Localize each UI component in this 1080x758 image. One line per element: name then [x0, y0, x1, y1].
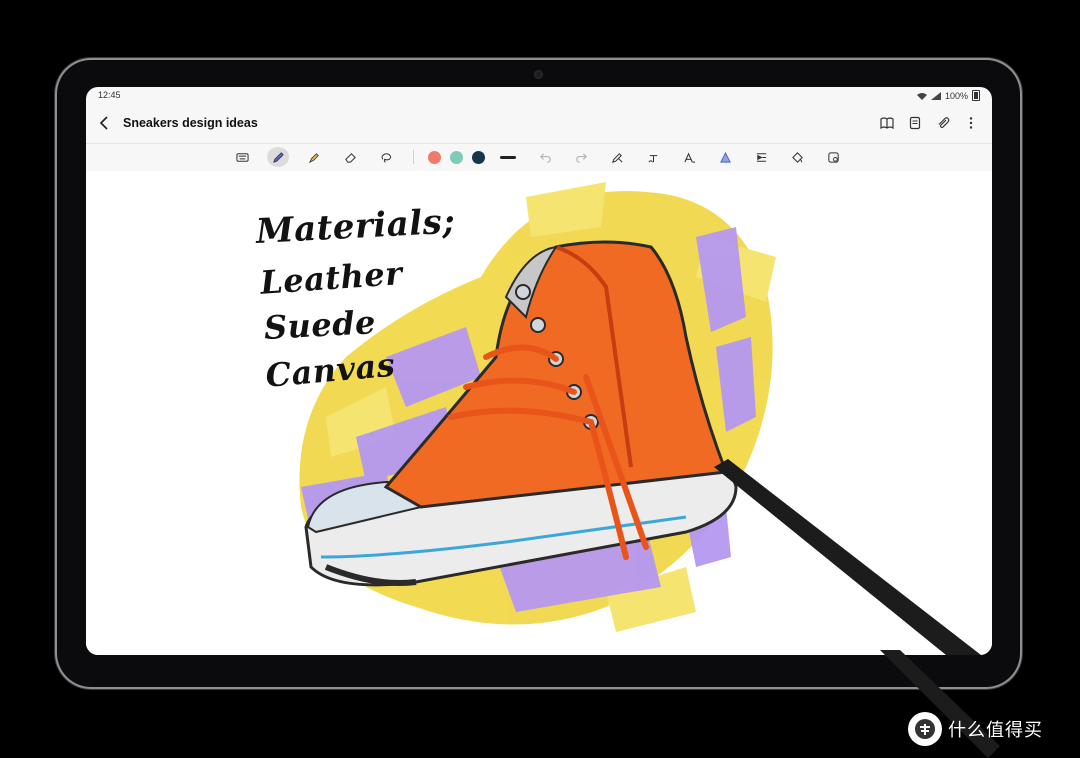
- watermark-text: 什么值得买: [948, 720, 1043, 741]
- handwriting-line: Suede: [263, 303, 377, 347]
- front-camera: [534, 70, 543, 79]
- watermark-logo-icon: [908, 712, 942, 746]
- sneaker-illustration: [299, 182, 981, 655]
- watermark: 什么值得买: [908, 712, 1043, 746]
- tablet-screen: 12:45 100% Sneakers design ideas Materia…: [86, 87, 992, 655]
